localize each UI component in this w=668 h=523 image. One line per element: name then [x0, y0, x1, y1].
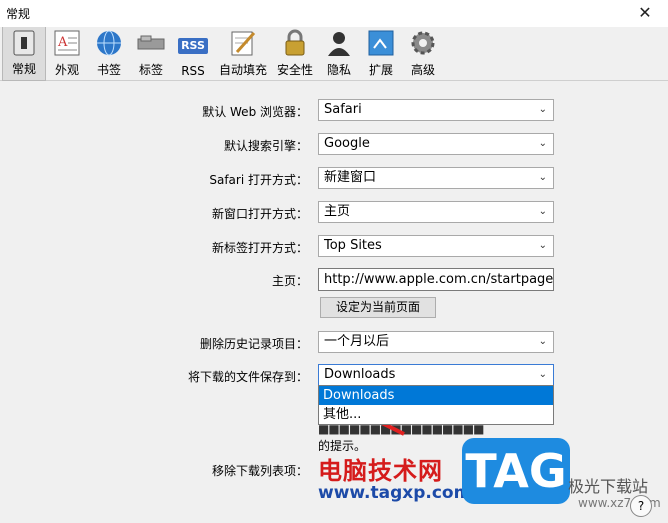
- new-tab-label: 新标签打开方式：: [211, 241, 308, 255]
- homepage-label: 主页：: [271, 274, 308, 288]
- select-value: Downloads: [324, 367, 396, 382]
- chevron-down-icon: ⌄: [538, 104, 547, 115]
- new-window-row: 新窗口打开方式： 主页 ⌄: [0, 201, 668, 225]
- title-bar: 常规 ✕: [0, 0, 668, 27]
- preferences-toolbar: 常规 A 外观 书签 标签 RSS RSS 自动填充 安全性 隐私 扩展 高级: [0, 27, 668, 81]
- tab-label: 扩展: [369, 63, 394, 77]
- close-icon[interactable]: ✕: [634, 3, 656, 23]
- new-window-select[interactable]: 主页 ⌄: [318, 201, 554, 223]
- select-value: 一个月以后: [324, 334, 390, 349]
- chevron-down-icon: ⌄: [538, 336, 547, 347]
- save-downloads-label: 将下载的文件保存到：: [187, 370, 308, 384]
- safari-opens-select[interactable]: 新建窗口 ⌄: [318, 167, 554, 189]
- tab-label: 常规: [11, 62, 36, 76]
- tab-bookmarks[interactable]: 书签: [88, 27, 130, 81]
- watermark-tag-logo: TAG: [462, 438, 570, 504]
- remove-history-label: 删除历史记录项目：: [199, 337, 308, 351]
- tab-general[interactable]: 常规: [2, 27, 46, 81]
- tab-label: 自动填充: [219, 63, 268, 77]
- set-current-page-button[interactable]: 设定为当前页面: [320, 297, 436, 318]
- tab-autofill[interactable]: 自动填充: [214, 27, 272, 81]
- tab-advanced[interactable]: 高级: [402, 27, 444, 81]
- default-browser-label: 默认 Web 浏览器：: [202, 105, 308, 119]
- tab-label: 高级: [411, 63, 436, 77]
- tab-privacy[interactable]: 隐私: [318, 27, 360, 81]
- switch-icon: [8, 27, 40, 58]
- autofill-pen-icon: [227, 27, 259, 59]
- remove-history-row: 删除历史记录项目： 一个月以后 ⌄: [0, 331, 668, 355]
- tab-label: RSS: [181, 64, 205, 78]
- homepage-input[interactable]: http://www.apple.com.cn/startpage/: [318, 268, 554, 291]
- watermark-url-text: www.tagxp.com: [318, 483, 472, 503]
- rss-badge: RSS: [178, 38, 208, 54]
- select-value: Safari: [324, 102, 362, 117]
- tabs-icon: [135, 27, 167, 59]
- select-value: 主页: [324, 204, 351, 219]
- chevron-down-icon: ⌄: [538, 138, 547, 149]
- select-value: 新建窗口: [324, 170, 377, 185]
- select-value: Top Sites: [324, 238, 382, 253]
- tab-label: 标签: [138, 63, 163, 77]
- tab-security[interactable]: 安全性: [272, 27, 318, 81]
- default-search-label: 默认搜索引擎：: [223, 139, 308, 153]
- default-browser-row: 默认 Web 浏览器： Safari ⌄: [0, 99, 668, 123]
- remove-history-select[interactable]: 一个月以后 ⌄: [318, 331, 554, 353]
- remove-download-list-label: 移除下载列表项：: [211, 464, 308, 478]
- watermark-site-text: 极光下载站: [568, 477, 649, 496]
- tab-extensions[interactable]: 扩展: [360, 27, 402, 81]
- chevron-down-icon: ⌄: [538, 240, 547, 251]
- window-title: 常规: [6, 7, 31, 21]
- tab-label: 书签: [96, 63, 121, 77]
- svg-text:A: A: [57, 35, 68, 50]
- tab-appearance[interactable]: A 外观: [46, 27, 88, 81]
- rss-icon: RSS: [177, 30, 209, 62]
- chevron-down-icon: ⌄: [538, 172, 547, 183]
- tab-tabs[interactable]: 标签: [130, 27, 172, 81]
- chevron-down-icon: ⌄: [538, 369, 547, 380]
- gear-icon: [407, 27, 439, 59]
- downloads-dropdown-list: Downloads 其他...: [318, 385, 554, 425]
- puzzle-icon: [365, 27, 397, 59]
- homepage-row: 主页： http://www.apple.com.cn/startpage/: [0, 268, 668, 292]
- dropdown-option-other[interactable]: 其他...: [319, 405, 553, 424]
- tab-label: 安全性: [277, 63, 314, 77]
- default-search-select[interactable]: Google ⌄: [318, 133, 554, 155]
- lock-icon: [279, 27, 311, 59]
- preferences-window: 常规 ✕ 常规 A 外观 书签 标签 RSS RSS 自动填充 安全性 隐私 扩…: [0, 0, 668, 523]
- safari-opens-row: Safari 打开方式： 新建窗口 ⌄: [0, 167, 668, 191]
- safari-opens-label: Safari 打开方式：: [209, 173, 308, 187]
- save-downloads-select[interactable]: Downloads ⌄: [318, 364, 554, 386]
- tab-label: 外观: [54, 63, 79, 77]
- new-window-label: 新窗口打开方式：: [211, 207, 308, 221]
- select-value: Google: [324, 136, 370, 151]
- font-appearance-icon: A: [51, 27, 83, 59]
- watermark-brand-text: 电脑技术网: [318, 457, 443, 485]
- new-tab-row: 新标签打开方式： Top Sites ⌄: [0, 235, 668, 259]
- tab-rss[interactable]: RSS RSS: [172, 27, 214, 81]
- new-tab-select[interactable]: Top Sites ⌄: [318, 235, 554, 257]
- globe-icon: [93, 27, 125, 59]
- chevron-down-icon: ⌄: [538, 206, 547, 217]
- default-search-row: 默认搜索引擎： Google ⌄: [0, 133, 668, 157]
- tab-label: 隐私: [327, 63, 352, 77]
- person-silhouette-icon: [323, 27, 355, 59]
- help-button[interactable]: ?: [630, 495, 652, 517]
- default-browser-select[interactable]: Safari ⌄: [318, 99, 554, 121]
- dropdown-option-downloads[interactable]: Downloads: [319, 386, 553, 405]
